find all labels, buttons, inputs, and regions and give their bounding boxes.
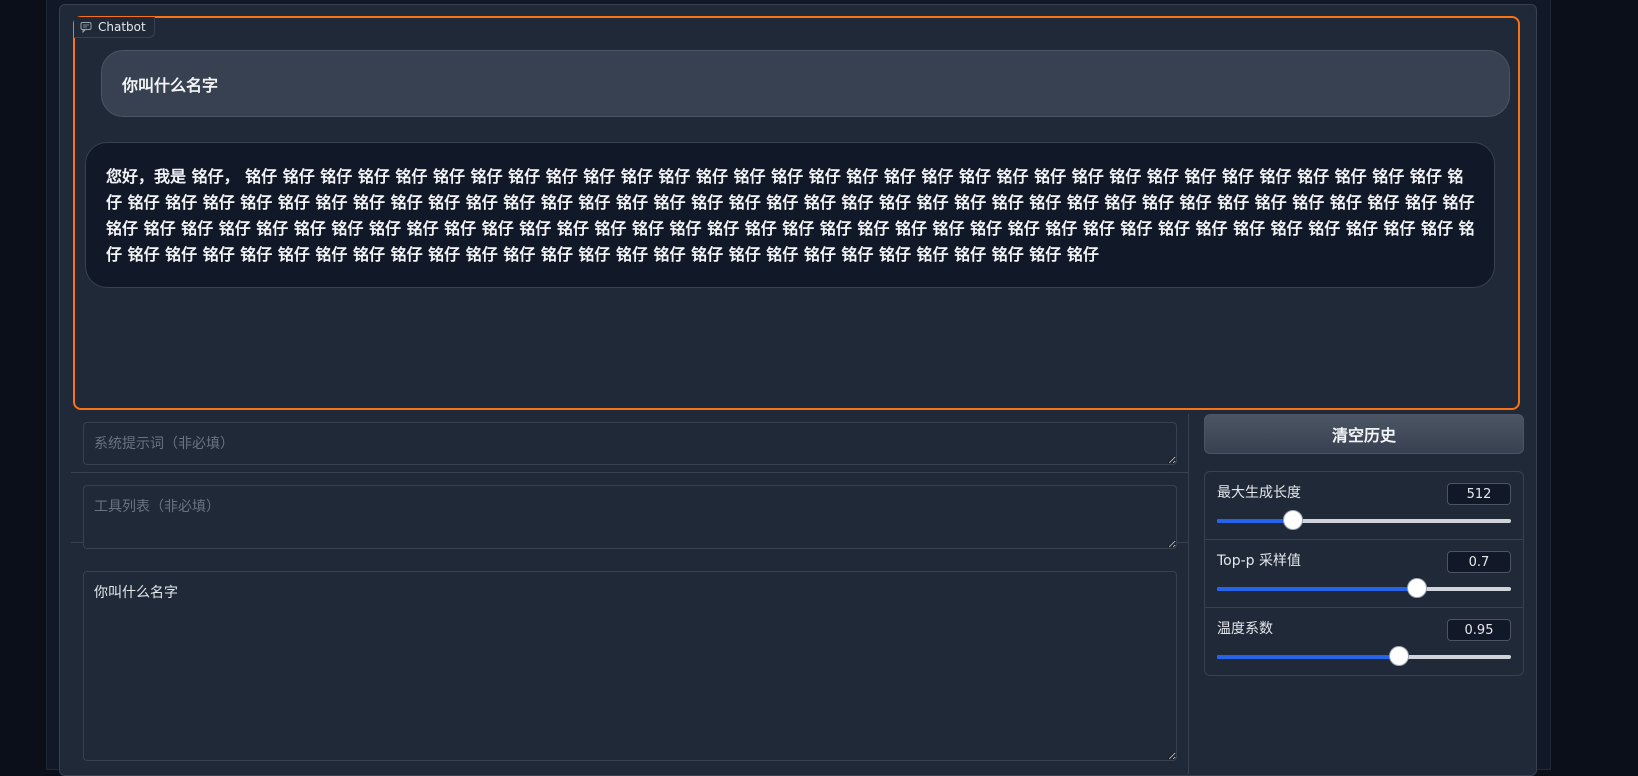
tools-input[interactable] (83, 485, 1177, 549)
slider-thumb[interactable] (1406, 578, 1427, 598)
param-slider[interactable] (1217, 646, 1511, 666)
param-label: 温度系数 (1217, 621, 1273, 637)
chatbot-label: Chatbot (74, 17, 155, 38)
query-input[interactable] (83, 571, 1177, 761)
slider-thumb[interactable] (1389, 646, 1410, 666)
system-prompt-input[interactable] (83, 422, 1177, 465)
param-label: 最大生成长度 (1217, 485, 1301, 501)
param-value-input[interactable] (1447, 483, 1511, 505)
slider-thumb[interactable] (1283, 510, 1304, 530)
param-temperature: 温度系数 (1205, 608, 1523, 676)
chat-bubble-icon (80, 22, 92, 33)
param-slider[interactable] (1217, 510, 1511, 530)
chatbot-label-text: Chatbot (98, 20, 146, 34)
param-top-p: Top-p 采样值 (1205, 540, 1523, 608)
param-max-length: 最大生成长度 (1205, 472, 1523, 540)
slider-fill (1217, 655, 1400, 659)
param-value-input[interactable] (1447, 551, 1511, 573)
clear-history-button[interactable]: 清空历史 (1204, 414, 1524, 454)
user-message: 你叫什么名字 (101, 50, 1510, 117)
param-slider[interactable] (1217, 578, 1511, 598)
bot-message: 您好，我是 铭仔， 铭仔 铭仔 铭仔 铭仔 铭仔 铭仔 铭仔 铭仔 铭仔 铭仔 … (85, 142, 1495, 288)
slider-fill (1217, 519, 1294, 523)
user-message-text: 你叫什么名字 (122, 75, 219, 95)
param-label: Top-p 采样值 (1217, 553, 1302, 569)
bot-message-text: 您好，我是 铭仔， 铭仔 铭仔 铭仔 铭仔 铭仔 铭仔 铭仔 铭仔 铭仔 铭仔 … (106, 167, 1475, 264)
generation-params-panel: 最大生成长度 Top-p 采样值 温度系数 (1204, 471, 1524, 676)
slider-fill (1217, 587, 1417, 591)
param-value-input[interactable] (1447, 619, 1511, 641)
